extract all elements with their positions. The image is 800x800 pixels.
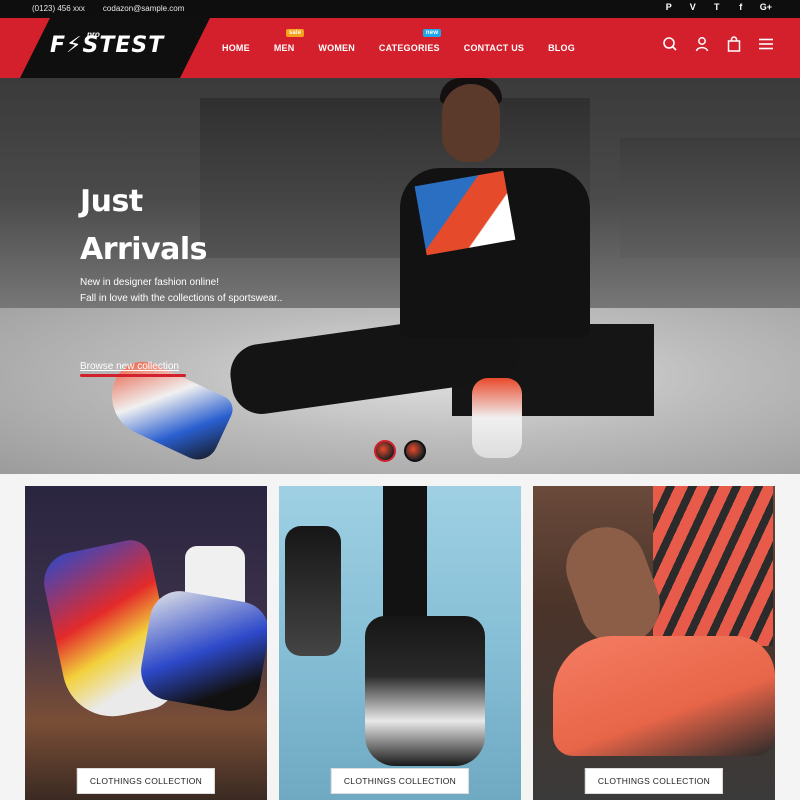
clothings-collection-button[interactable]: CLOTHINGS COLLECTION bbox=[76, 768, 216, 794]
slide-dot-1[interactable] bbox=[374, 440, 396, 462]
collection-card-2[interactable]: CLOTHINGS COLLECTION bbox=[279, 486, 521, 800]
hero-subtitle-line2: Fall in love with the collections of spo… bbox=[80, 293, 283, 304]
clothings-collection-button[interactable]: CLOTHINGS COLLECTION bbox=[584, 768, 724, 794]
logo[interactable]: pro F⚡STEST bbox=[0, 18, 212, 78]
search-icon[interactable] bbox=[662, 36, 678, 52]
user-icon[interactable] bbox=[694, 36, 710, 52]
contact-info: (0123) 456 xxx codazon@sample.com bbox=[32, 4, 184, 13]
collection-image-shoe bbox=[285, 526, 341, 656]
email-address[interactable]: codazon@sample.com bbox=[103, 4, 185, 13]
nav-label: HOME bbox=[222, 43, 250, 53]
hero-subtitle: New in designer fashion online! Fall in … bbox=[80, 275, 340, 307]
nav-item-contact-us[interactable]: CONTACT US bbox=[464, 43, 524, 53]
clothings-collection-button[interactable]: CLOTHINGS COLLECTION bbox=[330, 768, 470, 794]
hero-heading: Just Arrivals bbox=[80, 178, 208, 274]
nav-item-blog[interactable]: BLOG bbox=[548, 43, 575, 53]
hero-model-head bbox=[442, 84, 500, 162]
collections-section: CLOTHINGS COLLECTION CLOTHINGS COLLECTIO… bbox=[0, 474, 800, 800]
hero-title-line1: Just bbox=[80, 184, 143, 219]
main-header: pro F⚡STEST HOME sale MEN WOMEN new CATE… bbox=[0, 18, 800, 78]
nav-label: WOMEN bbox=[318, 43, 355, 53]
collection-image-leg bbox=[383, 486, 427, 636]
collection-image-shoe bbox=[553, 636, 775, 756]
collection-image-shoe bbox=[365, 616, 485, 766]
nav-item-women[interactable]: WOMEN bbox=[318, 43, 355, 53]
browse-collection-link[interactable]: Browse new collection bbox=[80, 361, 179, 372]
nav-label: CONTACT US bbox=[463, 43, 525, 53]
header-icons bbox=[662, 36, 774, 52]
link-underline bbox=[80, 374, 186, 377]
hero-background-building-right bbox=[620, 138, 800, 258]
hero-title-line2: Arrivals bbox=[80, 232, 208, 267]
sale-badge: sale bbox=[285, 29, 305, 37]
hero-banner: Just Arrivals New in designer fashion on… bbox=[0, 78, 800, 474]
nav-item-home[interactable]: HOME bbox=[222, 43, 250, 53]
logo-text: F⚡STEST bbox=[50, 33, 165, 58]
twitter-icon[interactable]: T bbox=[712, 2, 722, 12]
menu-icon[interactable] bbox=[758, 36, 774, 52]
collection-image-shoe bbox=[136, 586, 267, 716]
collection-card-1[interactable]: CLOTHINGS COLLECTION bbox=[25, 486, 267, 800]
nav-item-categories[interactable]: new CATEGORIES bbox=[378, 29, 442, 53]
top-bar: (0123) 456 xxx codazon@sample.com P V T … bbox=[0, 0, 800, 18]
bag-icon[interactable] bbox=[726, 36, 742, 52]
nav-label: BLOG bbox=[548, 43, 575, 53]
google-plus-icon[interactable]: G+ bbox=[760, 2, 772, 12]
collection-image-sock bbox=[653, 486, 773, 646]
slide-dot-2[interactable] bbox=[404, 440, 426, 462]
nav-label: CATEGORIES bbox=[378, 43, 440, 53]
nav-item-men[interactable]: sale MEN bbox=[273, 29, 305, 53]
vimeo-icon[interactable]: V bbox=[688, 2, 698, 12]
pinterest-icon[interactable]: P bbox=[664, 2, 674, 12]
hero-shoe-right bbox=[472, 378, 522, 458]
main-nav: HOME sale MEN WOMEN new CATEGORIES CONTA… bbox=[222, 18, 599, 78]
slider-dots bbox=[374, 440, 426, 462]
phone-number: (0123) 456 xxx bbox=[32, 4, 85, 13]
hero-subtitle-line1: New in designer fashion online! bbox=[80, 277, 219, 288]
nav-label: MEN bbox=[273, 43, 295, 53]
collection-card-3[interactable]: CLOTHINGS COLLECTION bbox=[533, 486, 775, 800]
facebook-icon[interactable]: f bbox=[736, 2, 746, 12]
new-badge: new bbox=[422, 29, 442, 37]
social-links: P V T f G+ bbox=[664, 2, 772, 12]
